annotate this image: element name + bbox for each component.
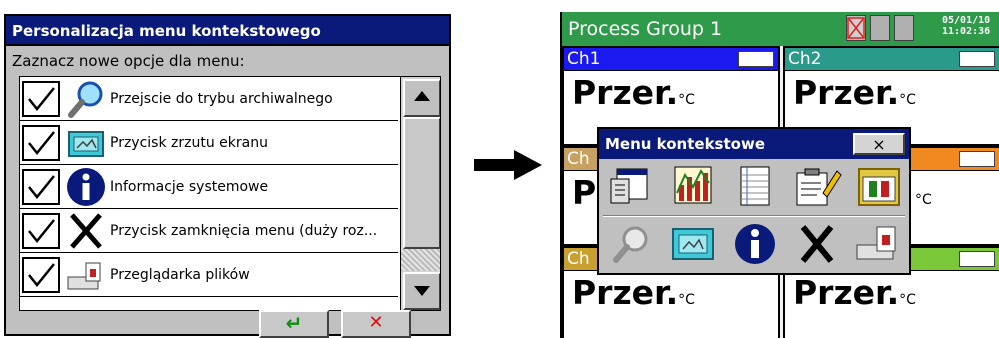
info-icon bbox=[66, 167, 106, 207]
channel-value: Przer.°C bbox=[793, 70, 916, 116]
date-label: 05/01/10 bbox=[942, 15, 991, 26]
file-browser-icon bbox=[66, 255, 106, 295]
checkbox[interactable] bbox=[22, 213, 60, 249]
value-text: Przer. bbox=[793, 273, 900, 312]
channel-name: Ch2 bbox=[788, 49, 822, 69]
value-text: Przer. bbox=[572, 73, 679, 112]
list-item[interactable]: Przycisk zrzutu ekranu bbox=[20, 121, 398, 165]
option-label: Przycisk zrzutu ekranu bbox=[110, 135, 268, 151]
channel-name: Ch bbox=[567, 149, 590, 169]
status-indicator bbox=[894, 15, 914, 41]
status-indicator bbox=[870, 15, 890, 41]
value-text: P bbox=[572, 173, 597, 212]
screenshot-icon[interactable] bbox=[665, 221, 721, 269]
arrow-down-icon bbox=[414, 286, 430, 296]
trend-chart-icon[interactable] bbox=[665, 163, 721, 211]
checkbox[interactable] bbox=[22, 81, 60, 117]
file-browser-icon[interactable] bbox=[851, 221, 907, 269]
list-item[interactable]: Przeglądarka plików bbox=[20, 253, 398, 297]
view-switch-icon[interactable] bbox=[603, 163, 659, 211]
option-label: Przeglądarka plików bbox=[110, 267, 250, 283]
channel-header: Ch2 bbox=[785, 48, 999, 71]
channel-value: Przer.°C bbox=[572, 70, 695, 116]
unit-text: °C bbox=[899, 292, 916, 308]
dialog-title: Personalizacja menu kontekstowego bbox=[6, 16, 449, 46]
close-x-icon[interactable] bbox=[789, 221, 845, 269]
arrow-right-icon bbox=[474, 150, 544, 184]
page-title: Process Group 1 bbox=[568, 18, 723, 40]
context-menu-close-button[interactable]: × bbox=[853, 133, 905, 155]
option-label: Przejscie do trybu archiwalnego bbox=[110, 91, 333, 107]
unit-text: °C bbox=[899, 92, 916, 108]
enter-icon: ↵ bbox=[285, 311, 303, 335]
screenshot-icon bbox=[66, 123, 106, 163]
alarm-status-icon bbox=[846, 15, 866, 41]
channel-bar bbox=[959, 151, 995, 167]
channel-name: Ch1 bbox=[567, 49, 601, 69]
checkbox[interactable] bbox=[22, 257, 60, 293]
checkbox[interactable] bbox=[22, 169, 60, 205]
unit-text: °C bbox=[678, 92, 695, 108]
channel-bar bbox=[959, 251, 995, 267]
channel-header: Ch1 bbox=[564, 48, 778, 71]
edit-settings-icon[interactable] bbox=[789, 163, 845, 211]
dialog-subtitle: Zaznacz nowe opcje dla menu: bbox=[12, 52, 245, 70]
value-text: Przer. bbox=[793, 73, 900, 112]
channel-value: Przer.°C bbox=[572, 270, 695, 316]
channel-bar bbox=[738, 51, 774, 67]
scrollbar[interactable] bbox=[400, 77, 440, 310]
divider bbox=[603, 215, 905, 217]
unit-text: °C bbox=[678, 292, 695, 308]
arrow-up-icon bbox=[414, 91, 430, 101]
time-label: 11:02:36 bbox=[942, 26, 991, 37]
menu-customization-dialog: Personalizacja menu kontekstowego Zaznac… bbox=[4, 14, 451, 338]
list-item[interactable]: Informacje systemowe bbox=[20, 165, 398, 209]
tools-icon[interactable] bbox=[851, 163, 907, 211]
magnifier-icon[interactable] bbox=[603, 221, 659, 269]
ok-button[interactable]: ↵ bbox=[259, 310, 329, 338]
datetime: 05/01/10 11:02:36 bbox=[942, 15, 990, 37]
unit-text: °C bbox=[915, 192, 932, 208]
scroll-thumb[interactable] bbox=[403, 117, 440, 249]
channel-bar bbox=[959, 51, 995, 67]
scroll-up-button[interactable] bbox=[403, 79, 440, 117]
magnifier-icon bbox=[66, 79, 106, 119]
process-group-header: Process Group 1 05/01/10 11:02:36 bbox=[562, 12, 999, 46]
channel-value: P bbox=[572, 170, 596, 216]
options-list: Przejscie do trybu archiwalnego Przycisk… bbox=[19, 76, 441, 311]
list-item[interactable]: Przejscie do trybu archiwalnego bbox=[20, 77, 398, 121]
table-view-icon[interactable] bbox=[727, 163, 783, 211]
cancel-button[interactable]: ✕ bbox=[341, 310, 411, 338]
channel-value: Przer.°C bbox=[793, 270, 916, 316]
list-item[interactable]: Przycisk zamknięcia menu (duży roz... bbox=[20, 209, 398, 253]
channel-name: Ch bbox=[567, 249, 590, 269]
checkbox[interactable] bbox=[22, 125, 60, 161]
channel-value: °C bbox=[915, 170, 932, 216]
value-text: Przer. bbox=[572, 273, 679, 312]
info-icon[interactable] bbox=[727, 221, 783, 269]
context-menu: Menu kontekstowe × bbox=[597, 127, 911, 275]
close-icon: ✕ bbox=[368, 312, 384, 333]
scroll-down-button[interactable] bbox=[403, 272, 440, 310]
close-x-icon bbox=[66, 211, 106, 251]
scroll-track[interactable] bbox=[401, 249, 440, 271]
option-label: Przycisk zamknięcia menu (duży roz... bbox=[110, 223, 378, 239]
option-label: Informacje systemowe bbox=[110, 179, 269, 195]
